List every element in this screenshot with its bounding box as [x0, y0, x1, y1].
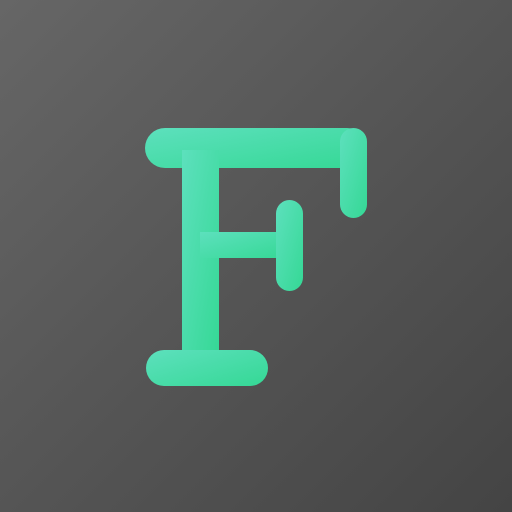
app-icon: F: [0, 0, 512, 512]
letter-f-shape: [145, 128, 367, 386]
letter-f-logo-icon: [145, 128, 367, 386]
